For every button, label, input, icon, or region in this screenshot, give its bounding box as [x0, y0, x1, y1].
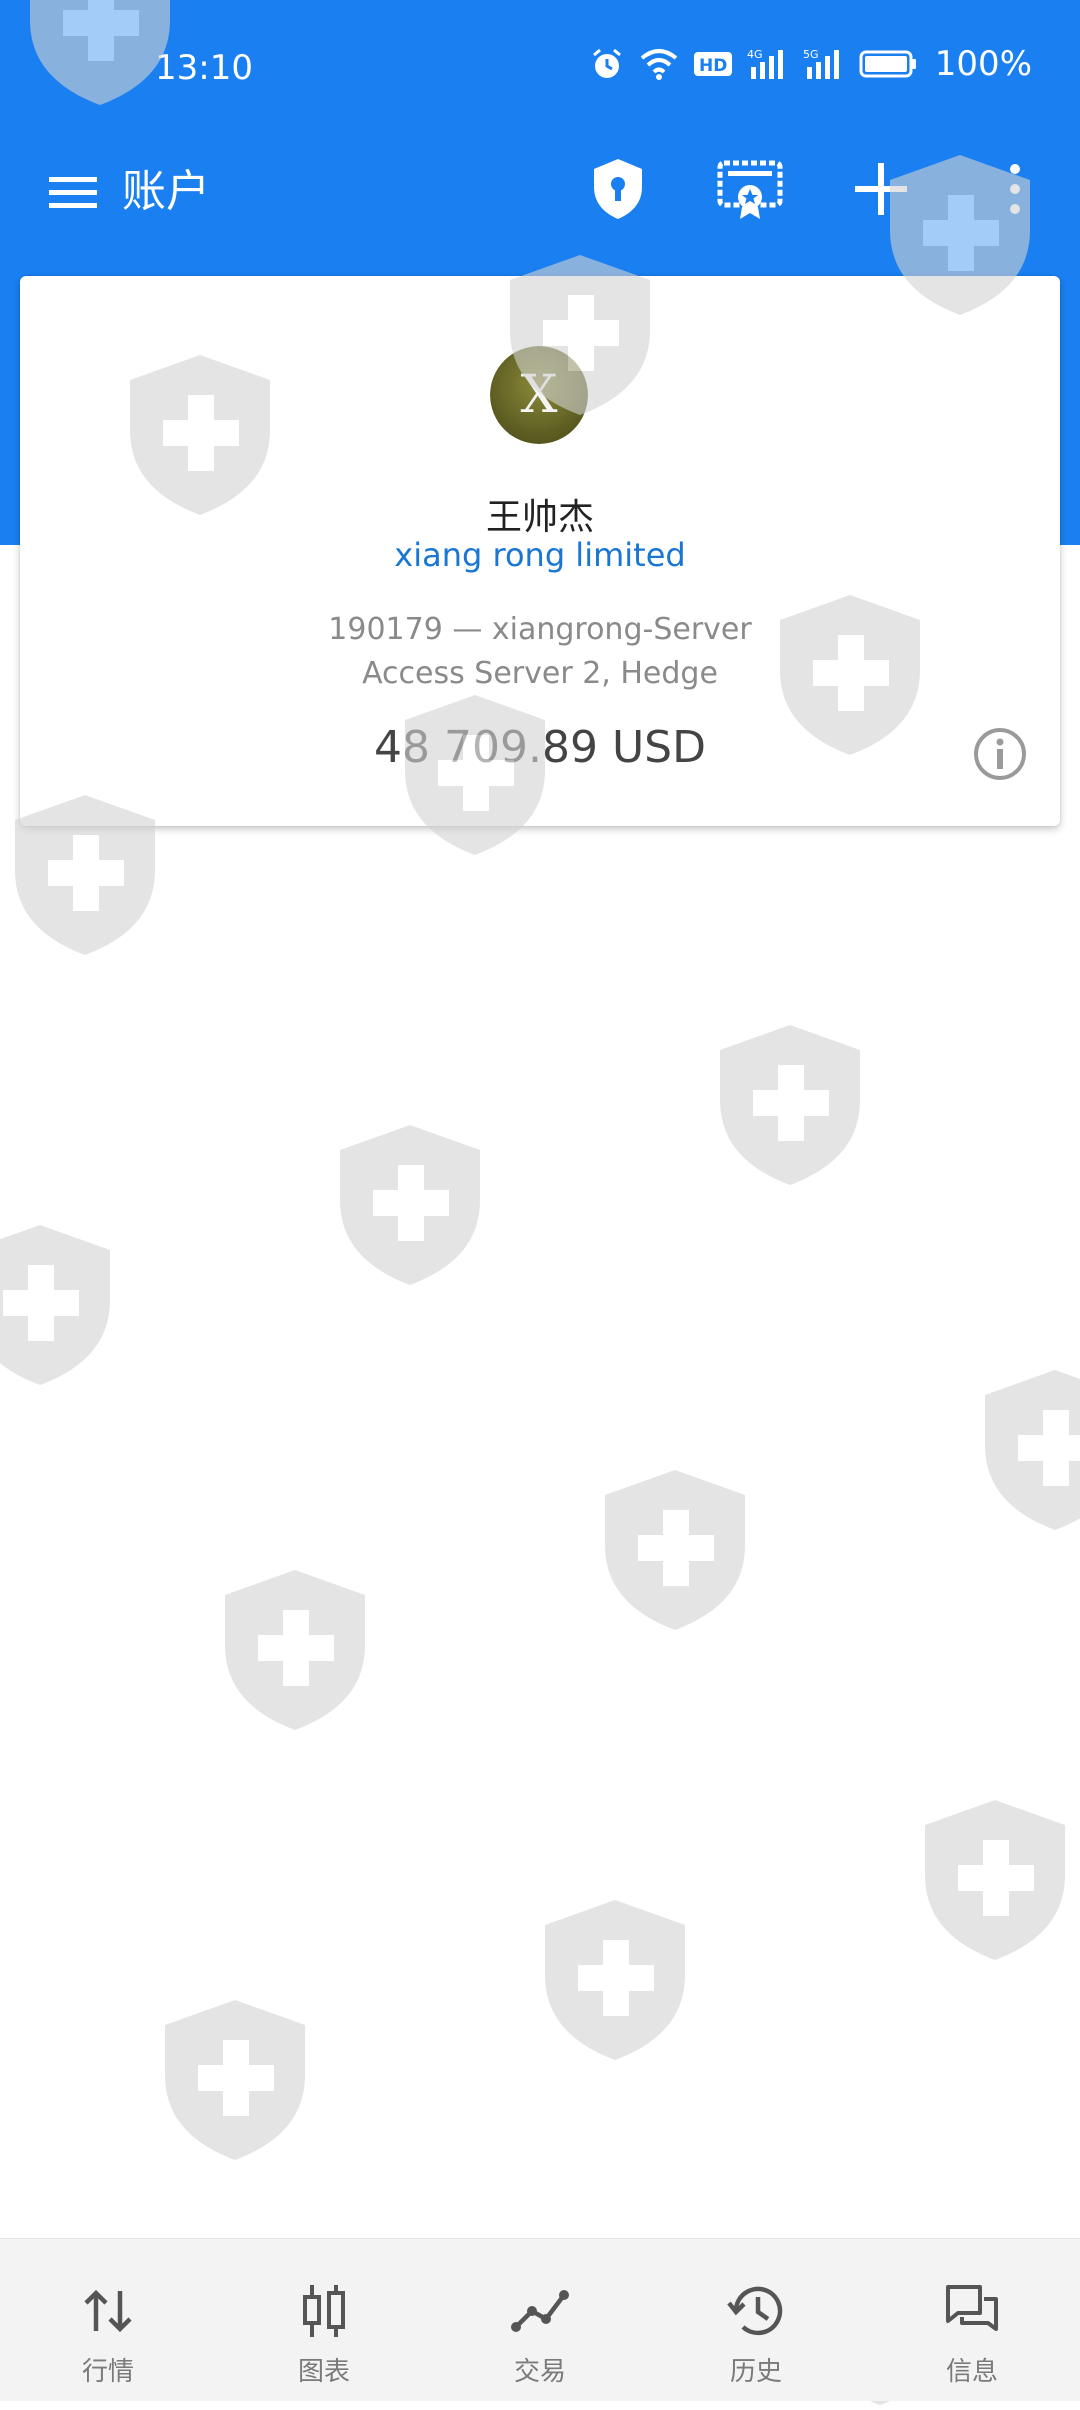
nav-label: 图表: [297, 2357, 350, 2387]
nav-chart[interactable]: 图表: [216, 2239, 432, 2401]
add-account-button[interactable]: [836, 144, 926, 234]
battery-icon: [859, 50, 916, 78]
svg-text:4G: 4G: [747, 48, 763, 61]
hd-icon: HD: [693, 52, 732, 76]
watermark-shield-icon: [340, 1125, 480, 1285]
account-balance: 48 709.89 USD: [374, 722, 706, 773]
nav-label: 信息: [945, 2357, 998, 2387]
watermark-shield-icon: [0, 1225, 110, 1385]
status-bar: 13:10 HD 4G 5G 100%: [0, 0, 1080, 136]
watermark-shield-icon: [545, 1900, 685, 2060]
nav-quotes[interactable]: 行情: [0, 2239, 216, 2401]
shield-keyhole-icon: [594, 159, 642, 219]
trade-line-icon: [511, 2290, 569, 2332]
battery-percent: 100%: [934, 44, 1032, 84]
alarm-icon: [592, 48, 621, 78]
hamburger-menu-icon[interactable]: [44, 162, 104, 222]
nav-label: 行情: [81, 2357, 134, 2387]
5g-signal-icon: 5G: [803, 48, 839, 79]
account-card[interactable]: X 王帅杰 xiang rong limited 190179 — xiangr…: [20, 276, 1060, 826]
svg-text:HD: HD: [699, 56, 727, 76]
watermark-shield-icon: [720, 1025, 860, 1185]
nav-label: 历史: [729, 2357, 782, 2387]
watermark-shield-icon: [225, 1570, 365, 1730]
add-icon: [855, 163, 907, 215]
bottom-navigation: 行情 图表 交易 历史 信息: [0, 2238, 1080, 2401]
certificate-button[interactable]: [705, 144, 795, 234]
status-icons: HD 4G 5G 100%: [589, 44, 1032, 84]
certificate-icon: [717, 160, 783, 219]
page-title: 账户: [122, 166, 210, 217]
account-holder-name: 王帅杰: [485, 497, 594, 538]
nav-trade[interactable]: 交易: [432, 2239, 648, 2401]
candlestick-chart-icon: [303, 2285, 345, 2337]
status-time: 13:10: [155, 48, 253, 88]
account-type: Access Server 2, Hedge: [362, 656, 718, 691]
wifi-icon: [640, 49, 678, 80]
info-icon[interactable]: [972, 726, 1028, 782]
more-vertical-icon: [1010, 164, 1020, 214]
app-bar: 账户: [0, 140, 1080, 260]
security-button[interactable]: [573, 144, 663, 234]
messages-icon: [946, 2285, 998, 2331]
nav-messages[interactable]: 信息: [864, 2239, 1080, 2401]
watermark-shield-icon: [985, 1370, 1080, 1530]
account-server: 190179 — xiangrong-Server: [328, 612, 752, 647]
account-avatar: X: [490, 346, 588, 444]
overflow-menu-button[interactable]: [970, 144, 1060, 234]
nav-history[interactable]: 历史: [648, 2239, 864, 2401]
watermark-shield-icon: [165, 2000, 305, 2160]
avatar-letter: X: [520, 365, 557, 425]
nav-label: 交易: [513, 2357, 566, 2387]
history-clock-icon: [727, 2286, 783, 2336]
account-company: xiang rong limited: [394, 536, 686, 574]
watermark-shield-icon: [925, 1800, 1065, 1960]
watermark-shield-icon: [605, 1470, 745, 1630]
quotes-arrows-icon: [84, 2289, 132, 2333]
svg-text:5G: 5G: [803, 48, 819, 61]
4g-signal-icon: 4G: [747, 48, 783, 79]
